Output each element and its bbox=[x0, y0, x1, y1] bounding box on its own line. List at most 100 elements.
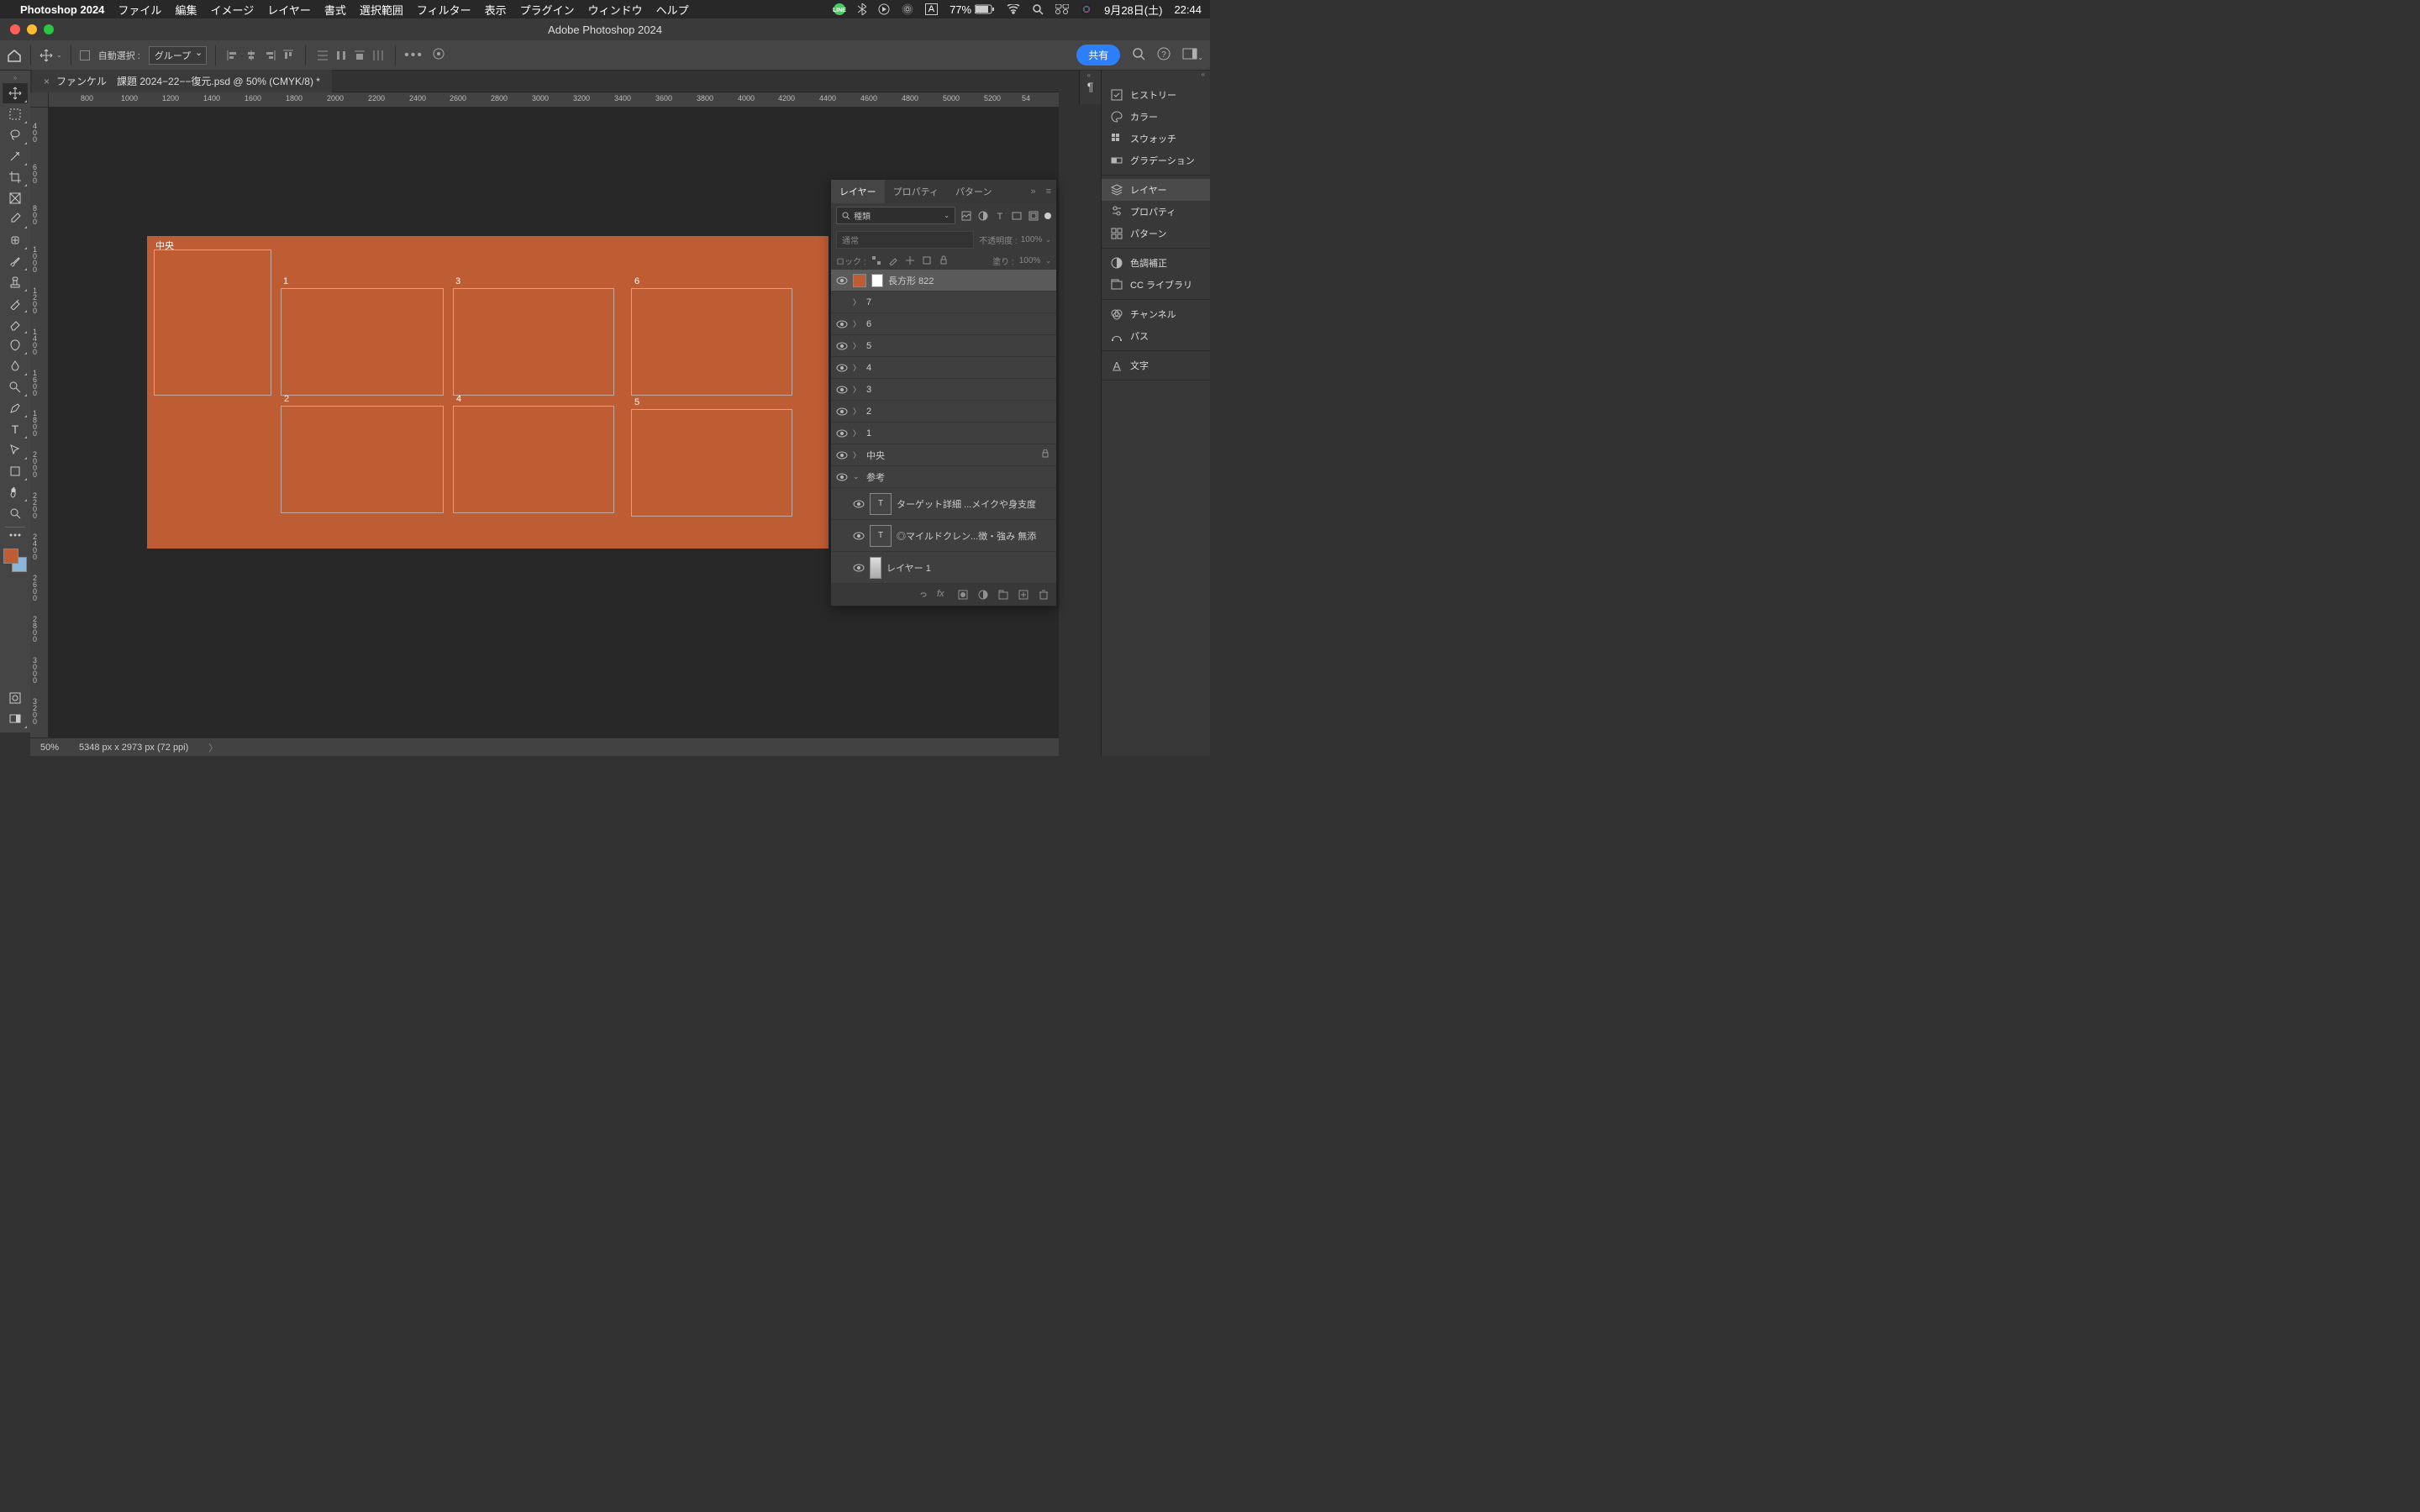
distribute-bottom-button[interactable] bbox=[351, 47, 368, 64]
airdrop-icon[interactable] bbox=[902, 3, 913, 15]
tab-patterns[interactable]: パターン bbox=[947, 180, 1000, 203]
auto-select-dropdown[interactable]: グループ bbox=[149, 46, 207, 65]
align-top-button[interactable] bbox=[280, 47, 297, 64]
visibility-icon[interactable] bbox=[836, 318, 848, 330]
menu-type[interactable]: 書式 bbox=[324, 2, 346, 18]
move-tool-indicator[interactable]: ⌄ bbox=[39, 49, 62, 62]
menu-filter[interactable]: フィルター bbox=[417, 2, 471, 18]
menu-image[interactable]: イメージ bbox=[210, 2, 254, 18]
layer-row[interactable]: 〉 中央 bbox=[831, 444, 1056, 466]
window-zoom-button[interactable] bbox=[44, 24, 54, 34]
window-close-button[interactable] bbox=[10, 24, 20, 34]
layer-row[interactable]: T ◎マイルドクレン...徴・強み 無添 bbox=[831, 520, 1056, 552]
tab-layers[interactable]: レイヤー bbox=[831, 180, 885, 203]
layer-row[interactable]: 〉 2 bbox=[831, 401, 1056, 423]
control-center-icon[interactable] bbox=[1055, 4, 1069, 14]
search-button[interactable] bbox=[1132, 47, 1145, 63]
hand-tool[interactable] bbox=[3, 482, 28, 502]
eyedropper-tool[interactable] bbox=[3, 209, 28, 229]
visibility-icon[interactable] bbox=[853, 562, 865, 574]
panel-character[interactable]: A文字 bbox=[1102, 354, 1210, 376]
menu-window[interactable]: ウィンドウ bbox=[588, 2, 643, 18]
new-layer-button[interactable] bbox=[1018, 589, 1029, 601]
color-swatch[interactable] bbox=[3, 549, 27, 572]
3d-mode-button[interactable] bbox=[432, 47, 445, 63]
zoom-level[interactable]: 50% bbox=[40, 743, 59, 753]
menu-select[interactable]: 選択範囲 bbox=[360, 2, 403, 18]
ruler-origin[interactable] bbox=[30, 92, 49, 108]
eraser-tool[interactable] bbox=[3, 314, 28, 334]
menubar-date[interactable]: 9月28日(土) bbox=[1104, 2, 1162, 18]
path-select-tool[interactable] bbox=[3, 440, 28, 460]
lock-artboard-icon[interactable] bbox=[922, 255, 934, 267]
layer-filter-dropdown[interactable]: 種類 ⌄ bbox=[836, 207, 955, 224]
panel-layers[interactable]: レイヤー bbox=[1102, 179, 1210, 201]
layer-row[interactable]: 〉 4 bbox=[831, 357, 1056, 379]
layer-row[interactable]: ⌄ 参考 bbox=[831, 466, 1056, 488]
visibility-icon[interactable] bbox=[836, 406, 848, 417]
box-2[interactable] bbox=[281, 406, 444, 513]
type-tool[interactable]: T bbox=[3, 419, 28, 439]
stamp-tool[interactable] bbox=[3, 272, 28, 292]
panel-channels[interactable]: チャンネル bbox=[1102, 303, 1210, 325]
bluetooth-icon[interactable] bbox=[858, 3, 866, 15]
filter-smart-icon[interactable] bbox=[1028, 210, 1039, 222]
box-3[interactable] bbox=[453, 288, 614, 396]
panel-history[interactable]: ヒストリー bbox=[1102, 84, 1210, 106]
menu-view[interactable]: 表示 bbox=[485, 2, 507, 18]
help-button[interactable]: ? bbox=[1157, 47, 1171, 63]
screen-mode-button[interactable] bbox=[3, 709, 28, 729]
box-1[interactable] bbox=[281, 288, 444, 396]
visibility-icon[interactable] bbox=[836, 384, 848, 396]
history-brush-tool[interactable] bbox=[3, 293, 28, 313]
input-mode-icon[interactable]: A bbox=[925, 3, 938, 15]
visibility-icon[interactable] bbox=[836, 428, 848, 439]
box-center[interactable] bbox=[154, 249, 271, 396]
layer-row[interactable]: 〉 5 bbox=[831, 335, 1056, 357]
healing-tool[interactable] bbox=[3, 230, 28, 250]
box-4[interactable] bbox=[453, 406, 614, 513]
fx-button[interactable]: fx bbox=[937, 589, 949, 601]
mask-button[interactable] bbox=[957, 589, 969, 601]
gradient-tool[interactable] bbox=[3, 335, 28, 355]
marquee-tool[interactable] bbox=[3, 104, 28, 124]
link-layers-button[interactable] bbox=[917, 589, 929, 601]
menu-file[interactable]: ファイル bbox=[118, 2, 161, 18]
layer-row[interactable]: 〉 6 bbox=[831, 313, 1056, 335]
wifi-icon[interactable] bbox=[1007, 4, 1020, 14]
lock-position-icon[interactable] bbox=[905, 255, 917, 267]
lock-pixels-icon[interactable] bbox=[888, 255, 900, 267]
visibility-icon[interactable] bbox=[836, 449, 848, 461]
opacity-value[interactable]: 100% bbox=[1021, 235, 1043, 244]
chevron-right-icon[interactable]: 〉 bbox=[853, 428, 861, 438]
distribute-vcenter-button[interactable] bbox=[333, 47, 350, 64]
zoom-tool[interactable] bbox=[3, 503, 28, 523]
crop-tool[interactable] bbox=[3, 167, 28, 187]
box-6[interactable] bbox=[631, 288, 792, 396]
visibility-icon[interactable] bbox=[836, 297, 848, 308]
ruler-vertical[interactable]: 400 600 800 1000 1200 1400 1600 1800 200… bbox=[30, 108, 49, 738]
tab-properties[interactable]: プロパティ bbox=[885, 180, 947, 203]
panel-paths[interactable]: パス bbox=[1102, 325, 1210, 347]
chevron-right-icon[interactable]: 〉 bbox=[853, 406, 861, 417]
share-button[interactable]: 共有 bbox=[1076, 45, 1120, 66]
home-button[interactable] bbox=[7, 48, 22, 63]
chevron-right-icon[interactable]: 〉 bbox=[853, 449, 861, 460]
visibility-icon[interactable] bbox=[836, 340, 848, 352]
doc-dimensions[interactable]: 5348 px x 2973 px (72 ppi) bbox=[79, 743, 188, 753]
move-tool[interactable] bbox=[3, 83, 28, 103]
toolbox-collapse[interactable]: » bbox=[13, 74, 17, 82]
fill-value[interactable]: 100% bbox=[1019, 256, 1041, 265]
distribute-top-button[interactable] bbox=[314, 47, 331, 64]
adjustment-button[interactable] bbox=[977, 589, 989, 601]
visibility-icon[interactable] bbox=[836, 471, 848, 483]
layer-row[interactable]: レイヤー 1 bbox=[831, 552, 1056, 584]
document-canvas[interactable]: 中央 1 3 6 2 4 5 bbox=[147, 236, 829, 549]
box-5[interactable] bbox=[631, 409, 792, 517]
workspace-button[interactable]: ⌄ bbox=[1182, 48, 1203, 62]
quick-mask-button[interactable] bbox=[3, 688, 28, 708]
menubar-time[interactable]: 22:44 bbox=[1174, 3, 1202, 16]
panel-adjustments[interactable]: 色調補正 bbox=[1102, 252, 1210, 274]
group-button[interactable] bbox=[997, 589, 1009, 601]
menu-help[interactable]: ヘルプ bbox=[656, 2, 689, 18]
